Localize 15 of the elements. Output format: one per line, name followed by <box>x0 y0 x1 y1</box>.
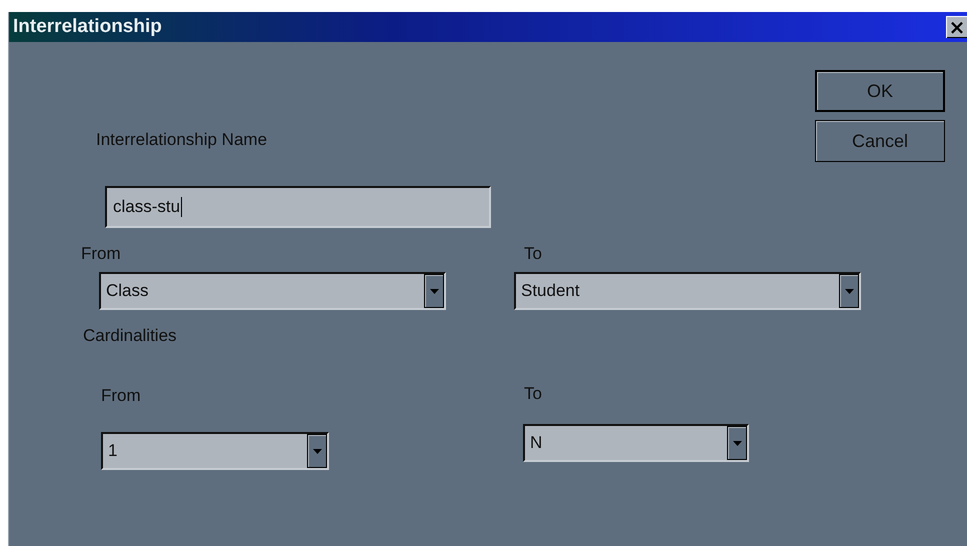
to-label: To <box>524 244 542 264</box>
from-label: From <box>101 386 141 406</box>
dropdown[interactable]: N <box>523 424 749 462</box>
dialog-button[interactable]: OK <box>815 70 945 112</box>
from-label: From <box>81 244 121 264</box>
to-label: To <box>524 384 542 404</box>
cardinalities-label: Cardinalities <box>83 326 177 346</box>
window-title: Interrelationship <box>12 16 162 38</box>
dropdown[interactable]: Class <box>99 272 446 310</box>
dialog-button[interactable]: Cancel <box>815 120 945 162</box>
name-label: Interrelationship Name <box>96 130 268 150</box>
dropdown[interactable]: 1 <box>101 432 329 470</box>
name-input-field[interactable]: class-stu <box>105 186 491 228</box>
dropdown[interactable]: Student <box>514 272 861 310</box>
close-button[interactable]: × <box>946 16 967 38</box>
